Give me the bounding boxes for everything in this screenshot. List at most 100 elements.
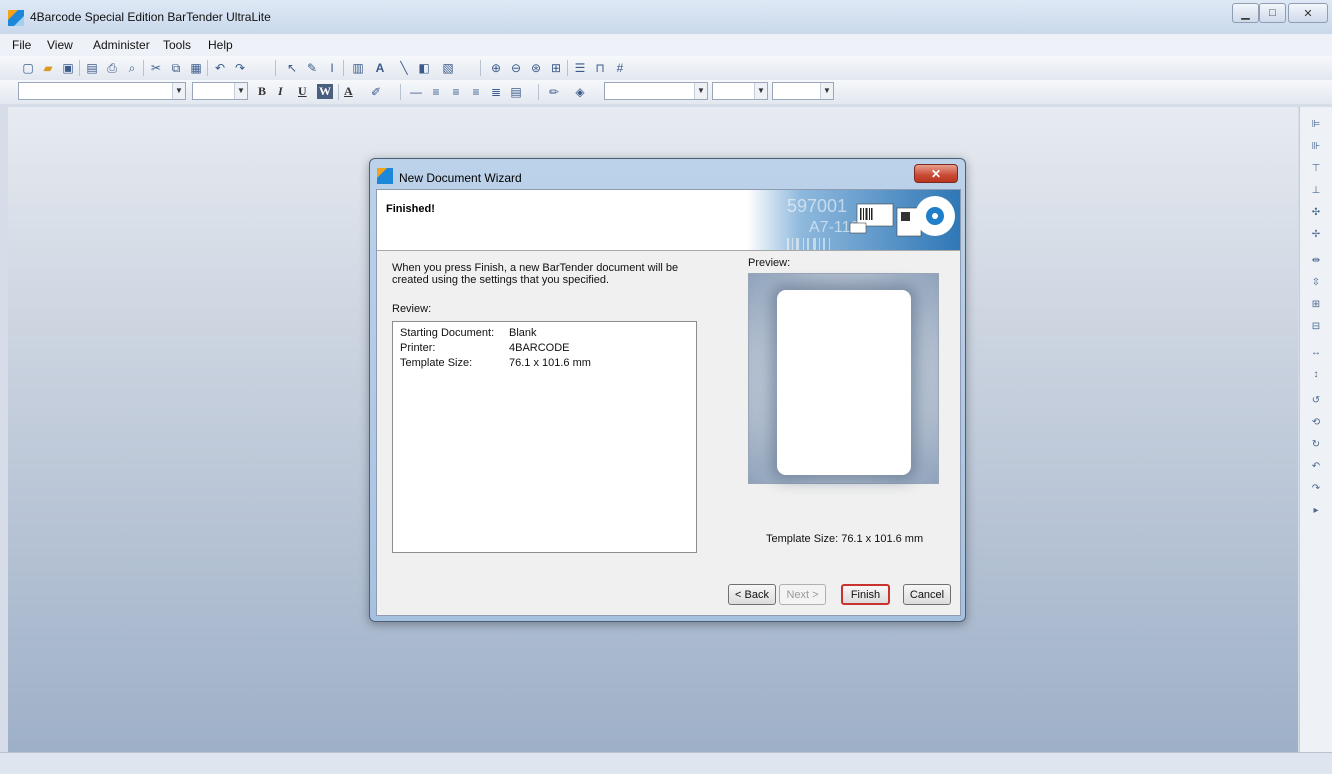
font-color-button[interactable]: A (344, 84, 353, 99)
print-icon[interactable]: ⎙ (104, 60, 120, 76)
distribute-vertical-icon[interactable]: ✢ (1308, 227, 1324, 243)
align-center-icon[interactable]: ≡ (448, 84, 464, 100)
highlight-icon[interactable]: ✐ (368, 84, 384, 100)
align-centers-icon[interactable]: ⊪ (1308, 139, 1324, 155)
align-middles-icon[interactable]: ✣ (1308, 205, 1324, 221)
same-width-icon[interactable]: ↔ (1308, 345, 1324, 361)
chevron-down-icon: ▼ (820, 83, 833, 99)
space-vertical-icon[interactable]: ⇳ (1308, 275, 1324, 291)
close-window-button[interactable]: ✕ (1288, 3, 1328, 23)
align-top-edges-icon[interactable]: ⊤ (1308, 161, 1324, 177)
zoom-fit-icon[interactable]: ⊛ (528, 60, 544, 76)
font-size-combo[interactable]: ▼ (192, 82, 248, 100)
template-preview (748, 273, 939, 484)
menu-tools[interactable]: Tools (163, 38, 191, 52)
redo-icon[interactable]: ↷ (232, 60, 248, 76)
line-tool-icon[interactable]: ╲ (396, 60, 412, 76)
text-tool-icon[interactable]: A (372, 60, 388, 76)
print-preview-icon[interactable]: ⌕ (124, 60, 140, 76)
border-style-combo[interactable]: ▼ (772, 82, 834, 100)
word-wrap-button[interactable]: W (317, 84, 333, 99)
zoom-page-icon[interactable]: ⊞ (548, 60, 564, 76)
line-style-combo[interactable]: ▼ (712, 82, 768, 100)
menu-administer[interactable]: Administer (93, 38, 150, 52)
page-setup-icon[interactable]: ▤ (84, 60, 100, 76)
expand-toolbar-icon[interactable]: ▸ (1308, 503, 1324, 519)
menu-view[interactable]: View (47, 38, 73, 52)
rotate-180-icon[interactable]: ⟲ (1308, 415, 1324, 431)
menu-bar: File View Administer Tools Help (0, 34, 1332, 56)
chevron-down-icon: ▼ (754, 83, 767, 99)
minimize-button[interactable]: ▁ (1232, 3, 1259, 23)
toolbar-separator (207, 60, 208, 76)
zoom-in-icon[interactable]: ⊕ (488, 60, 504, 76)
font-name-combo[interactable]: ▼ (18, 82, 186, 100)
line-width-combo[interactable]: ▼ (604, 82, 708, 100)
review-value: Blank (509, 327, 537, 339)
review-key: Template Size: (400, 357, 473, 369)
wizard-intro-text: When you press Finish, a new BarTender d… (392, 262, 679, 286)
shape-tool-icon[interactable]: ◧ (416, 60, 432, 76)
chevron-down-icon: ▼ (694, 83, 707, 99)
maximize-icon: □ (1269, 7, 1276, 19)
toolbar-separator (275, 60, 276, 76)
alignment-toolbar: ⊫ ⊪ ⊤ ⊥ ✣ ✢ ⇹ ⇳ ⊞ ⊟ ↔ ↕ ↺ ⟲ ↻ ↶ ↷ ▸ (1299, 107, 1332, 752)
dialog-close-button[interactable]: ✕ (914, 164, 958, 183)
review-key: Starting Document: (400, 327, 495, 339)
rotate-1-ccw-icon[interactable]: ↶ (1308, 459, 1324, 475)
rotate-90-cw-icon[interactable]: ↻ (1308, 437, 1324, 453)
justify-icon[interactable]: ≣ (488, 84, 504, 100)
wizard-heading: Finished! (386, 203, 435, 215)
align-bottom-edges-icon[interactable]: ⊥ (1308, 183, 1324, 199)
copy-icon[interactable]: ⧉ (168, 60, 184, 76)
title-bar: 4Barcode Special Edition BarTender Ultra… (0, 0, 1332, 35)
distribute-icon[interactable]: ⊓ (592, 60, 608, 76)
svg-text:597001: 597001 (787, 196, 847, 216)
toolbar-separator (338, 84, 339, 100)
undo-icon[interactable]: ↶ (212, 60, 228, 76)
select-pointer-icon[interactable]: ↖ (284, 60, 300, 76)
formatting-toolbar: ▼ ▼ B I U W A ✐ — ≡ ≡ ≡ ≣ ▤ ✏ ◈ ▼ ▼ ▼ (0, 80, 1332, 104)
format-painter-icon[interactable]: ✎ (304, 60, 320, 76)
barcode-tool-icon[interactable]: ▥ (350, 60, 366, 76)
maximize-button[interactable]: □ (1259, 3, 1286, 23)
center-vertical-icon[interactable]: ⊟ (1308, 319, 1324, 335)
align-left-icon[interactable]: ≡ (428, 84, 444, 100)
align-left-edges-icon[interactable]: ⊫ (1308, 117, 1324, 133)
new-document-icon[interactable]: ▢ (20, 60, 36, 76)
picture-tool-icon[interactable]: ▧ (440, 60, 456, 76)
finish-button[interactable]: Finish (841, 584, 890, 605)
rotate-1-cw-icon[interactable]: ↷ (1308, 481, 1324, 497)
bold-button[interactable]: B (258, 84, 266, 99)
align-right-icon[interactable]: ≡ (468, 84, 484, 100)
italic-button[interactable]: I (278, 84, 283, 99)
underline-button[interactable]: U (298, 84, 307, 99)
text-cursor-icon[interactable]: I (324, 60, 340, 76)
open-folder-icon[interactable]: ▰ (40, 60, 56, 76)
menu-help[interactable]: Help (208, 38, 233, 52)
align-objects-icon[interactable]: ☰ (572, 60, 588, 76)
barcode-banner-image: 597001 A7-118 (747, 190, 960, 250)
next-button[interactable]: Next > (779, 584, 826, 605)
line-color-icon[interactable]: ✏ (546, 84, 562, 100)
grid-icon[interactable]: # (612, 60, 628, 76)
app-logo-icon (377, 168, 393, 184)
save-icon[interactable]: ▣ (60, 60, 76, 76)
cut-icon[interactable]: ✂ (148, 60, 164, 76)
menu-file[interactable]: File (12, 38, 31, 52)
dialog-title: New Document Wizard (399, 171, 522, 185)
paste-icon[interactable]: ▦ (188, 60, 204, 76)
template-size-caption: Template Size: 76.1 x 101.6 mm (766, 533, 924, 545)
back-button[interactable]: < Back (728, 584, 776, 605)
center-horizontal-icon[interactable]: ⊞ (1308, 297, 1324, 313)
toolbar-separator (79, 60, 80, 76)
paragraph-icon[interactable]: ▤ (508, 84, 524, 100)
new-document-wizard-dialog: New Document Wizard ✕ Finished! 597001 A… (369, 158, 966, 622)
cancel-button[interactable]: Cancel (903, 584, 951, 605)
rotate-90-ccw-icon[interactable]: ↺ (1308, 393, 1324, 409)
same-height-icon[interactable]: ↕ (1308, 367, 1324, 383)
zoom-out-icon[interactable]: ⊖ (508, 60, 524, 76)
horizontal-line-icon[interactable]: — (408, 84, 424, 100)
fill-color-icon[interactable]: ◈ (572, 84, 588, 100)
space-horizontal-icon[interactable]: ⇹ (1308, 253, 1324, 269)
